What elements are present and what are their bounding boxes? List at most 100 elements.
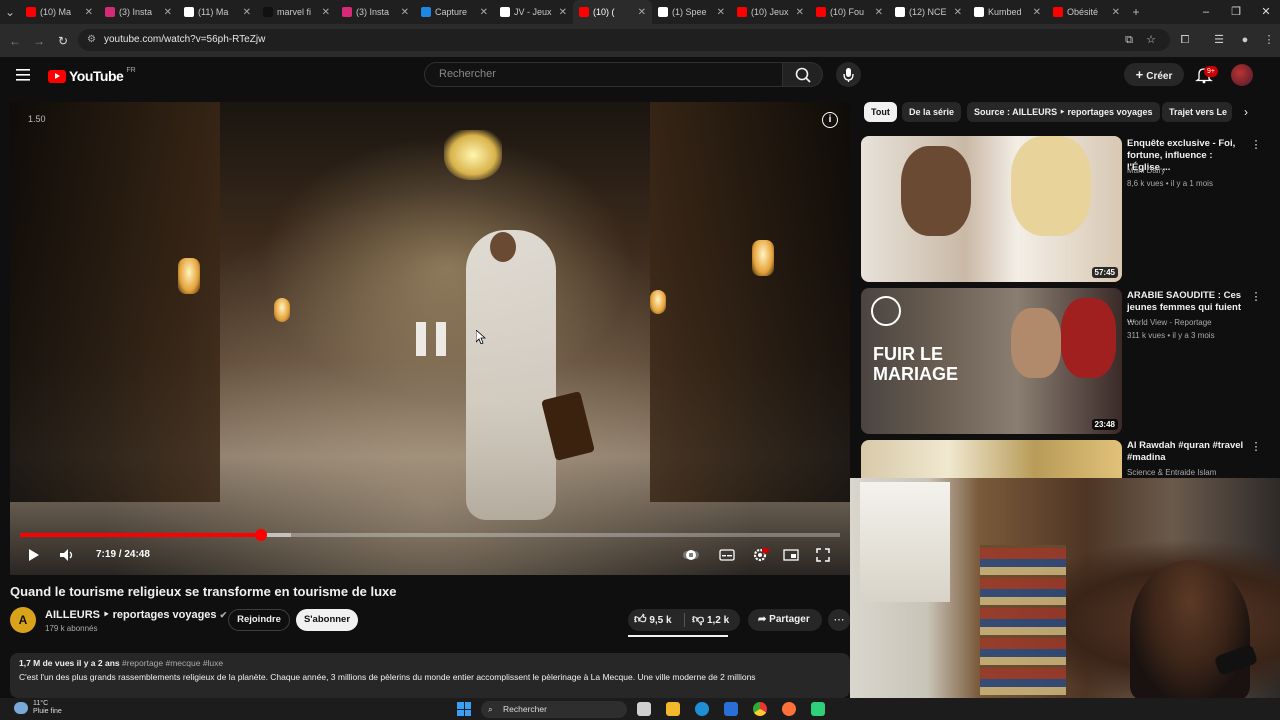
install-app-icon[interactable]: ⧉ <box>1122 33 1136 47</box>
browser-menu-icon[interactable]: ⋮ <box>1262 33 1276 47</box>
channel-avatar[interactable]: A <box>10 607 36 633</box>
fullscreen-button[interactable] <box>814 546 832 564</box>
tab-close-icon[interactable]: ✕ <box>559 7 567 18</box>
tab-close-icon[interactable]: ✕ <box>638 7 646 18</box>
subtitles-button[interactable] <box>718 546 736 564</box>
file-explorer-icon[interactable] <box>666 702 680 716</box>
channel-name[interactable]: AILLEURS ‣ reportages voyages ✔ <box>45 608 227 621</box>
tab-close-icon[interactable]: ✕ <box>243 7 251 18</box>
profile-icon[interactable]: ● <box>1238 33 1252 47</box>
browser-tab[interactable]: (10) Fou ✕ <box>810 0 889 24</box>
bookmark-star-icon[interactable]: ☆ <box>1144 33 1158 47</box>
join-button[interactable]: Rejoindre <box>228 609 290 631</box>
chrome-icon[interactable] <box>753 702 767 716</box>
browser-tab[interactable]: (10) Ma ✕ <box>20 0 99 24</box>
browser-tab[interactable]: marvel fi ✕ <box>257 0 336 24</box>
hashtags[interactable]: #reportage #mecque #luxe <box>122 658 223 668</box>
chip-series[interactable]: De la série <box>902 102 962 122</box>
chip-all[interactable]: Tout <box>864 102 897 122</box>
autoplay-toggle[interactable] <box>682 546 700 564</box>
browser-tab[interactable]: (3) Insta ✕ <box>336 0 415 24</box>
recommendation-menu-icon[interactable]: ⋮ <box>1250 440 1262 453</box>
recommendation-thumbnail[interactable]: 57:45 <box>861 136 1122 282</box>
share-button[interactable]: ➦ Partager <box>748 609 822 631</box>
voice-search-button[interactable] <box>836 62 861 87</box>
miniplayer-button[interactable] <box>782 546 800 564</box>
hamburger-menu-icon[interactable] <box>16 68 32 82</box>
dislike-button[interactable]: 👎︎ 1,2 k <box>692 612 729 627</box>
recommendation-channel[interactable]: Mahi Dairy <box>1127 166 1165 175</box>
extensions-icon[interactable]: ⧠ <box>1178 33 1192 47</box>
browser-tab[interactable]: (3) Insta ✕ <box>99 0 178 24</box>
video-progress-bar[interactable] <box>20 529 840 541</box>
volume-button[interactable] <box>58 546 76 564</box>
weather-cloud-icon <box>14 702 28 714</box>
firefox-icon[interactable] <box>782 702 796 716</box>
app-icon[interactable] <box>811 702 825 716</box>
back-icon[interactable]: ← <box>6 32 24 50</box>
scrubber-handle[interactable] <box>255 529 268 541</box>
edge-icon[interactable] <box>695 702 709 716</box>
browser-tab[interactable]: Obésité ✕ <box>1047 0 1126 24</box>
search-input[interactable]: Rechercher <box>424 62 783 87</box>
chip-source[interactable]: Source : AILLEURS ‣ reportages voyages <box>967 102 1160 122</box>
taskbar-search[interactable]: ⌕ Rechercher <box>481 701 627 718</box>
subscribe-button[interactable]: S'abonner <box>296 609 358 631</box>
tab-label: (10) ( <box>593 7 615 17</box>
tab-close-icon[interactable]: ✕ <box>85 7 93 18</box>
settings-button[interactable] <box>751 546 769 564</box>
recommendation-channel[interactable]: Science & Entraide Islam <box>1127 468 1216 477</box>
tab-label: (3) Insta <box>119 7 153 17</box>
chevron-right-icon[interactable]: › <box>1238 104 1254 120</box>
browser-tab[interactable]: Kumbed ✕ <box>968 0 1047 24</box>
pause-overlay-icon[interactable] <box>416 322 446 356</box>
chip-trajet[interactable]: Trajet vers Le <box>1162 102 1232 122</box>
tab-close-icon[interactable]: ✕ <box>401 7 409 18</box>
recommendation-title[interactable]: Al Rawdah #quran #travel #madina <box>1127 440 1247 464</box>
site-info-icon[interactable]: ⚙ <box>87 29 96 51</box>
forward-icon[interactable]: → <box>30 32 48 50</box>
browser-tab[interactable]: (12) NCE ✕ <box>889 0 968 24</box>
youtube-logo[interactable]: YouTube FR <box>48 67 136 85</box>
weather-widget[interactable]: 11°C Pluie fine <box>33 700 62 716</box>
task-view-icon[interactable] <box>637 702 651 716</box>
browser-tab[interactable]: Capture ✕ <box>415 0 494 24</box>
tab-close-icon[interactable]: ✕ <box>1112 7 1120 18</box>
tab-close-icon[interactable]: ✕ <box>480 7 488 18</box>
tab-close-icon[interactable]: ✕ <box>717 7 725 18</box>
account-avatar[interactable] <box>1231 64 1253 86</box>
like-button[interactable]: 👍︎ 9,5 k <box>634 612 672 627</box>
recommendation-menu-icon[interactable]: ⋮ <box>1250 138 1262 151</box>
tab-close-icon[interactable]: ✕ <box>796 7 804 18</box>
create-button[interactable]: + Créer <box>1124 63 1184 86</box>
tab-close-icon[interactable]: ✕ <box>875 7 883 18</box>
browser-tab[interactable]: JV - Jeux ✕ <box>494 0 573 24</box>
browser-tab[interactable]: (10) ( ✕ <box>573 0 652 24</box>
address-bar[interactable]: ⚙ youtube.com/watch?v=56ph-RTeZjw <box>78 29 1170 51</box>
tab-list-chevron-icon[interactable]: ⌄ <box>0 5 20 19</box>
play-button[interactable] <box>24 546 42 564</box>
recommendation-channel[interactable]: World View - Reportage <box>1127 318 1212 327</box>
tab-close-icon[interactable]: ✕ <box>954 7 962 18</box>
minimize-icon[interactable]: – <box>1190 0 1222 24</box>
windows-start-icon[interactable] <box>457 702 471 716</box>
recommendation-thumbnail[interactable] <box>861 440 1122 478</box>
reload-icon[interactable]: ↻ <box>54 32 72 50</box>
browser-tab[interactable]: (1) Spee ✕ <box>652 0 731 24</box>
browser-tab[interactable]: (10) Jeux ✕ <box>731 0 810 24</box>
tab-close-icon[interactable]: ✕ <box>1033 7 1041 18</box>
tab-close-icon[interactable]: ✕ <box>164 7 172 18</box>
more-actions-button[interactable]: ⋯ <box>828 609 850 631</box>
video-scene-person-head <box>490 232 516 262</box>
store-icon[interactable] <box>724 702 738 716</box>
browser-tab[interactable]: (11) Ma ✕ <box>178 0 257 24</box>
tab-search-icon[interactable]: ☰ <box>1212 33 1226 47</box>
new-tab-button[interactable]: + <box>1126 5 1146 19</box>
recommendation-menu-icon[interactable]: ⋮ <box>1250 290 1262 303</box>
maximize-icon[interactable]: ❐ <box>1220 0 1252 24</box>
close-window-icon[interactable]: ✕ <box>1250 0 1280 24</box>
recommendation-thumbnail[interactable]: FUIR LE MARIAGE 23:48 <box>861 288 1122 434</box>
tab-close-icon[interactable]: ✕ <box>322 7 330 18</box>
info-icon[interactable]: i <box>822 112 838 128</box>
search-button[interactable] <box>783 62 823 87</box>
